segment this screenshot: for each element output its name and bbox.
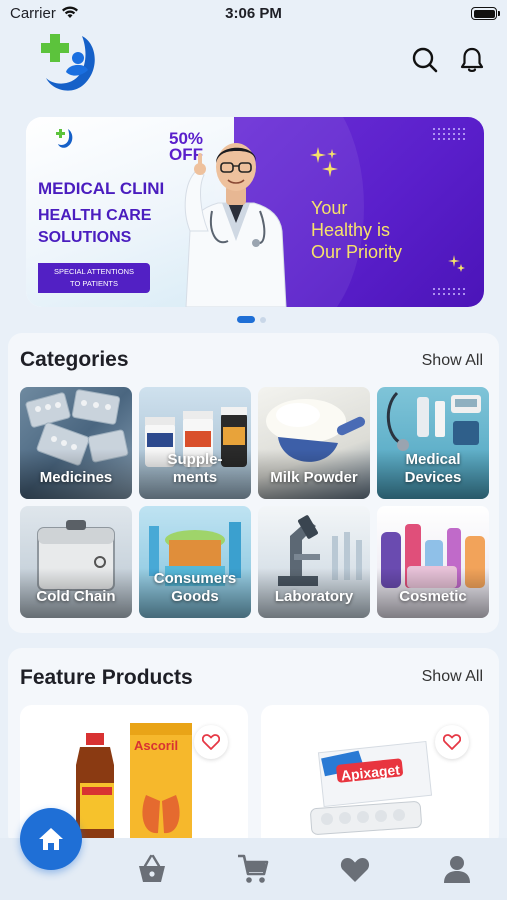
pharmacy-logo-icon (41, 34, 95, 91)
category-consumers-goods[interactable]: Consumers Goods (139, 506, 251, 618)
clock: 3:06 PM (225, 5, 282, 22)
home-button[interactable] (20, 808, 82, 870)
bell-icon[interactable] (458, 46, 486, 74)
product-card[interactable]: Apixaget (261, 705, 489, 855)
home-icon (39, 828, 63, 850)
feature-products-show-all[interactable]: Show All (422, 668, 483, 686)
categories-title: Categories (20, 348, 129, 371)
category-label: Medical Devices (404, 451, 462, 486)
banner-sub-line1: HEALTH CARE (38, 207, 152, 224)
carousel-dot-active[interactable] (237, 316, 255, 323)
user-icon[interactable] (440, 852, 474, 886)
category-label: Cosmetic (399, 588, 467, 605)
basket-icon[interactable] (135, 852, 169, 886)
app-logo[interactable] (38, 28, 100, 94)
category-label: Supple-ments (167, 451, 223, 486)
sparkle-small-icon (448, 255, 465, 272)
heart-outline-icon (443, 734, 461, 750)
battery-icon (471, 7, 500, 20)
feature-products-title: Feature Products (20, 666, 193, 689)
heart-outline-icon (202, 734, 220, 750)
cart-icon[interactable] (236, 852, 270, 886)
status-bar: Carrier 3:06 PM (0, 0, 507, 28)
banner-subheadline: HEALTH CARE SOLUTIONS (38, 205, 151, 249)
category-label: Cold Chain (36, 588, 116, 605)
sparkle-icon (310, 147, 338, 177)
category-label: Consumers Goods (153, 570, 237, 605)
doctor-image (184, 143, 287, 307)
favorite-button[interactable] (435, 725, 469, 759)
category-label: Milk Powder (270, 469, 358, 486)
banner-logo-icon (56, 129, 73, 148)
category-milk-powder[interactable]: Milk Powder (258, 387, 370, 499)
slogan-line3: Our Priority (311, 242, 403, 262)
category-laboratory[interactable]: Laboratory (258, 506, 370, 618)
product-name: Ascoril (134, 738, 178, 753)
pill-line1: SPECIAL ATTENTIONS (53, 267, 135, 276)
category-medicines[interactable]: Medicines (20, 387, 132, 499)
dot-pattern-bottom (433, 288, 465, 295)
banner-slogan: Your Healthy is Our Priority (311, 197, 402, 263)
category-cold-chain[interactable]: Cold Chain (20, 506, 132, 618)
category-medical-devices[interactable]: Medical Devices (377, 387, 489, 499)
carousel-dot[interactable] (260, 317, 266, 323)
search-icon[interactable] (411, 46, 439, 74)
promo-banner[interactable]: 50% OFF MEDICAL CLINI HEALTH CARE SOLUTI… (26, 117, 484, 307)
category-cosmetic[interactable]: Cosmetic (377, 506, 489, 618)
slogan-line1: Your (311, 198, 348, 218)
categories-show-all[interactable]: Show All (422, 352, 483, 370)
category-label: Medicines (39, 469, 113, 486)
banner-sub-line2: SOLUTIONS (38, 229, 132, 246)
category-supplements[interactable]: Supple-ments (139, 387, 251, 499)
pill-line2: TO PATIENTS (70, 279, 118, 288)
heart-icon[interactable] (338, 852, 372, 886)
banner-headline: MEDICAL CLINI (38, 179, 165, 198)
favorite-button[interactable] (194, 725, 228, 759)
slogan-line2: Healthy is (311, 220, 391, 240)
category-label: Laboratory (274, 588, 354, 605)
dot-pattern (433, 128, 465, 140)
banner-pill: SPECIAL ATTENTIONS TO PATIENTS (38, 263, 150, 293)
